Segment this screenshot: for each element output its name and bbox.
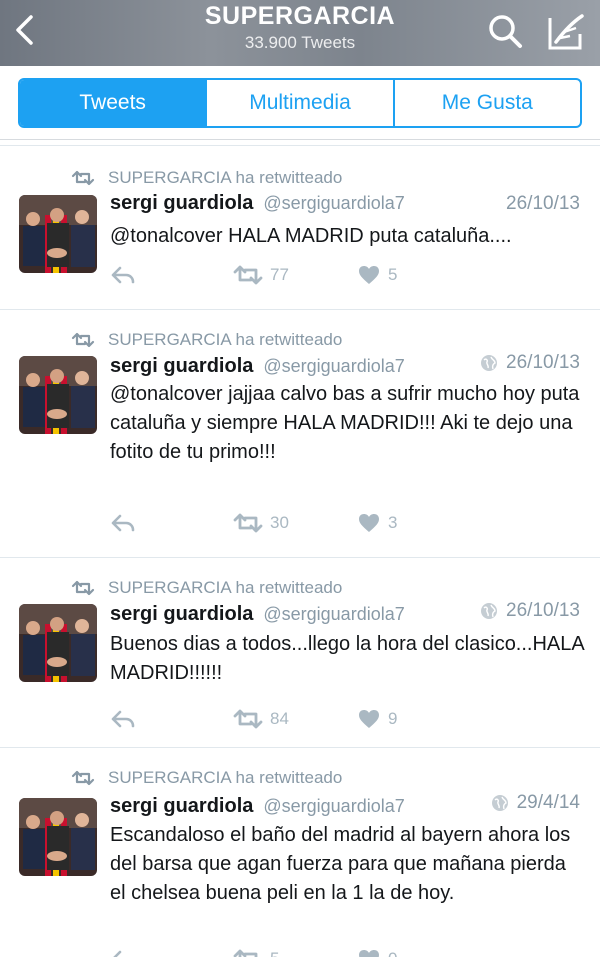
globe-icon <box>481 603 498 619</box>
tweet-date: 29/4/14 <box>491 792 580 814</box>
author-handle[interactable]: @sergiguardiola7 <box>263 356 404 377</box>
heart-icon <box>359 514 379 532</box>
reply-button[interactable] <box>110 949 232 957</box>
retweet-icon <box>71 170 95 186</box>
retweet-icon <box>71 332 95 348</box>
tweet-item[interactable]: SUPERGARCIA ha retwitteado sergi guardiol… <box>0 310 600 558</box>
avatar[interactable] <box>19 356 97 434</box>
heart-icon <box>359 266 379 284</box>
globe-icon <box>481 355 498 371</box>
author-name[interactable]: sergi guardiola <box>110 355 253 378</box>
tweet-header: sergi guardiola @sergiguardiola7 29/4/14 <box>110 792 580 818</box>
reply-button[interactable] <box>110 265 232 285</box>
compose-icon <box>548 14 584 50</box>
like-count: 3 <box>388 513 398 532</box>
retweet-context: SUPERGARCIA ha retwitteado <box>70 768 342 788</box>
tweet-text: @tonalcover jajjaa calvo bas a sufrir mu… <box>110 383 580 463</box>
reply-button[interactable] <box>110 709 232 729</box>
retweet-button[interactable]: 5 <box>232 948 358 957</box>
reply-icon <box>111 266 135 284</box>
avatar[interactable] <box>19 195 97 273</box>
retweeted-by-label: SUPERGARCIA ha retwitteado <box>108 168 343 187</box>
profile-header: SUPERGARCIA 33.900 Tweets <box>0 0 600 66</box>
tweet-date: 26/10/13 <box>480 600 580 622</box>
author-name[interactable]: sergi guardiola <box>110 192 253 215</box>
tweet-actions: 50 <box>110 948 397 957</box>
segmented-control: Tweets Multimedia Me Gusta <box>18 78 582 128</box>
tweet-text: Buenos dias a todos...llego la hora del … <box>110 633 584 684</box>
avatar[interactable] <box>19 604 97 682</box>
compose-button[interactable] <box>546 12 586 52</box>
like-button[interactable]: 3 <box>358 513 397 533</box>
retweeted-by-label: SUPERGARCIA ha retwitteado <box>108 330 343 349</box>
tweet-date: 26/10/13 <box>506 193 580 215</box>
retweet-icon <box>233 709 263 729</box>
retweet-count: 84 <box>270 709 289 728</box>
search-button[interactable] <box>486 12 526 52</box>
retweet-button[interactable]: 77 <box>232 264 358 286</box>
tweet-actions: 84 9 <box>110 708 397 730</box>
author-name[interactable]: sergi guardiola <box>110 603 253 626</box>
tweet-text: @tonalcover HALA MADRID puta cataluña...… <box>110 225 512 247</box>
reply-button[interactable] <box>110 513 232 533</box>
tab-tweets[interactable]: Tweets <box>20 80 206 126</box>
tab-multimedia[interactable]: Multimedia <box>205 80 392 126</box>
tweet-item[interactable]: SUPERGARCIA ha retwitteado sergi guardiol… <box>0 146 600 310</box>
like-button[interactable]: 5 <box>358 265 397 285</box>
tweet-item[interactable]: SUPERGARCIA ha retwitteado sergi guardiol… <box>0 558 600 748</box>
author-handle[interactable]: @sergiguardiola7 <box>263 796 404 817</box>
tweet-date: 26/10/13 <box>480 352 580 374</box>
retweeted-by-label: SUPERGARCIA ha retwitteado <box>108 768 343 787</box>
retweet-context: SUPERGARCIA ha retwitteado <box>70 168 342 188</box>
retweet-count: 30 <box>270 513 289 532</box>
heart-icon <box>359 710 379 728</box>
retweet-button[interactable]: 84 <box>232 708 358 730</box>
retweet-icon <box>233 949 258 957</box>
like-count: 0 <box>388 949 397 957</box>
date-label: 26/10/13 <box>506 600 580 621</box>
tweet-header: sergi guardiola @sergiguardiola7 26/10/13 <box>110 352 580 378</box>
retweet-button[interactable]: 30 <box>232 512 358 534</box>
retweet-count: 5 <box>270 949 279 957</box>
reply-icon <box>111 710 135 728</box>
reply-icon <box>113 950 122 957</box>
search-icon <box>489 15 522 48</box>
tweet-timeline: SUPERGARCIA ha retwitteado sergi guardiol… <box>0 146 600 957</box>
retweet-context: SUPERGARCIA ha retwitteado <box>70 330 342 350</box>
tweet-actions: 30 3 <box>110 512 397 534</box>
tweet-text: Escandaloso el baño del madrid al bayern… <box>110 824 571 904</box>
heart-icon <box>359 950 379 957</box>
tab-me-gusta[interactable]: Me Gusta <box>392 80 580 126</box>
retweeted-by-label: SUPERGARCIA ha retwitteado <box>108 578 343 597</box>
tweet-actions: 77 5 <box>110 264 397 286</box>
author-name[interactable]: sergi guardiola <box>110 795 253 818</box>
retweet-icon <box>233 265 263 285</box>
retweet-icon <box>233 513 263 533</box>
retweet-context: SUPERGARCIA ha retwitteado <box>70 578 342 598</box>
globe-icon <box>491 795 508 811</box>
retweet-icon <box>71 580 95 596</box>
author-handle[interactable]: @sergiguardiola7 <box>263 604 404 625</box>
avatar[interactable] <box>19 798 97 876</box>
tab-bar: Tweets Multimedia Me Gusta <box>0 66 600 140</box>
like-count: 5 <box>388 265 398 284</box>
date-label: 26/10/13 <box>506 352 580 373</box>
like-button[interactable]: 0 <box>358 949 397 957</box>
date-label: 26/10/13 <box>506 193 580 214</box>
retweet-icon <box>71 770 95 786</box>
tweet-header: sergi guardiola @sergiguardiola7 26/10/13 <box>110 192 580 215</box>
tweet-item[interactable]: SUPERGARCIA ha retwitteado sergi guardiol… <box>0 748 600 957</box>
date-label: 29/4/14 <box>516 792 580 813</box>
reply-icon <box>111 514 135 532</box>
like-count: 9 <box>388 709 398 728</box>
tweet-header: sergi guardiola @sergiguardiola7 26/10/13 <box>110 600 580 626</box>
author-handle[interactable]: @sergiguardiola7 <box>263 193 404 214</box>
like-button[interactable]: 9 <box>358 709 397 729</box>
retweet-count: 77 <box>270 265 289 284</box>
